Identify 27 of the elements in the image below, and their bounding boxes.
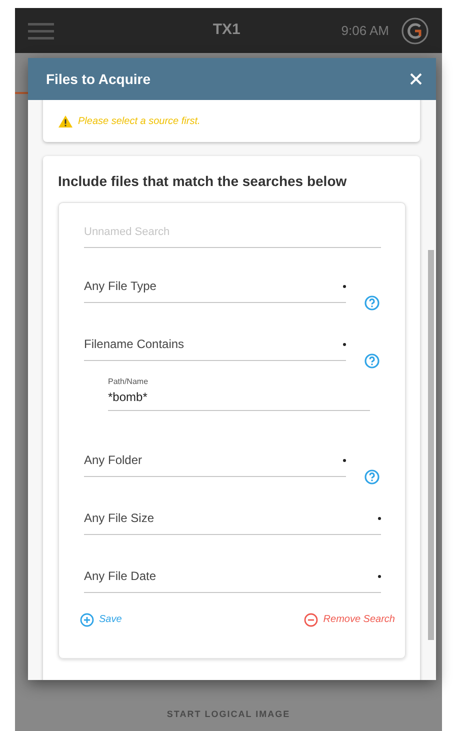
dropdown-field[interactable]: Any File Date xyxy=(84,567,381,593)
dialog-title: Files to Acquire xyxy=(46,70,151,89)
menu-icon[interactable] xyxy=(28,22,54,40)
logo-icon[interactable] xyxy=(401,16,429,44)
warning-message: Please select a source first. xyxy=(78,114,200,128)
warning-icon xyxy=(58,114,73,128)
scrollbar-thumb[interactable] xyxy=(428,250,434,640)
plus-circle-icon xyxy=(80,612,94,626)
dropdown-field[interactable]: Filename Contains xyxy=(84,335,346,361)
app-title: TX1 xyxy=(212,20,240,40)
section-heading: Include files that match the searches below xyxy=(58,172,348,190)
dropdown-icon xyxy=(343,284,346,288)
help-icon[interactable] xyxy=(364,469,380,485)
path-name-field[interactable]: Path/Name *bomb* xyxy=(108,376,370,411)
dropdown-field[interactable]: Any File Size xyxy=(84,509,381,535)
close-icon[interactable] xyxy=(410,73,422,85)
minus-circle-icon xyxy=(304,612,318,626)
help-icon[interactable] xyxy=(364,295,380,311)
search-name-field[interactable]: Unnamed Search xyxy=(84,223,381,248)
dropdown-field[interactable]: Any Folder xyxy=(84,451,346,477)
dropdown-icon xyxy=(378,574,381,578)
dropdown-icon xyxy=(343,458,346,462)
help-icon[interactable] xyxy=(364,353,380,369)
dropdown-icon xyxy=(343,342,346,346)
dropdown-icon xyxy=(378,516,381,520)
dropdown-field[interactable]: Any File Type xyxy=(84,277,346,303)
clock-time: 9:06 AM xyxy=(341,22,389,40)
